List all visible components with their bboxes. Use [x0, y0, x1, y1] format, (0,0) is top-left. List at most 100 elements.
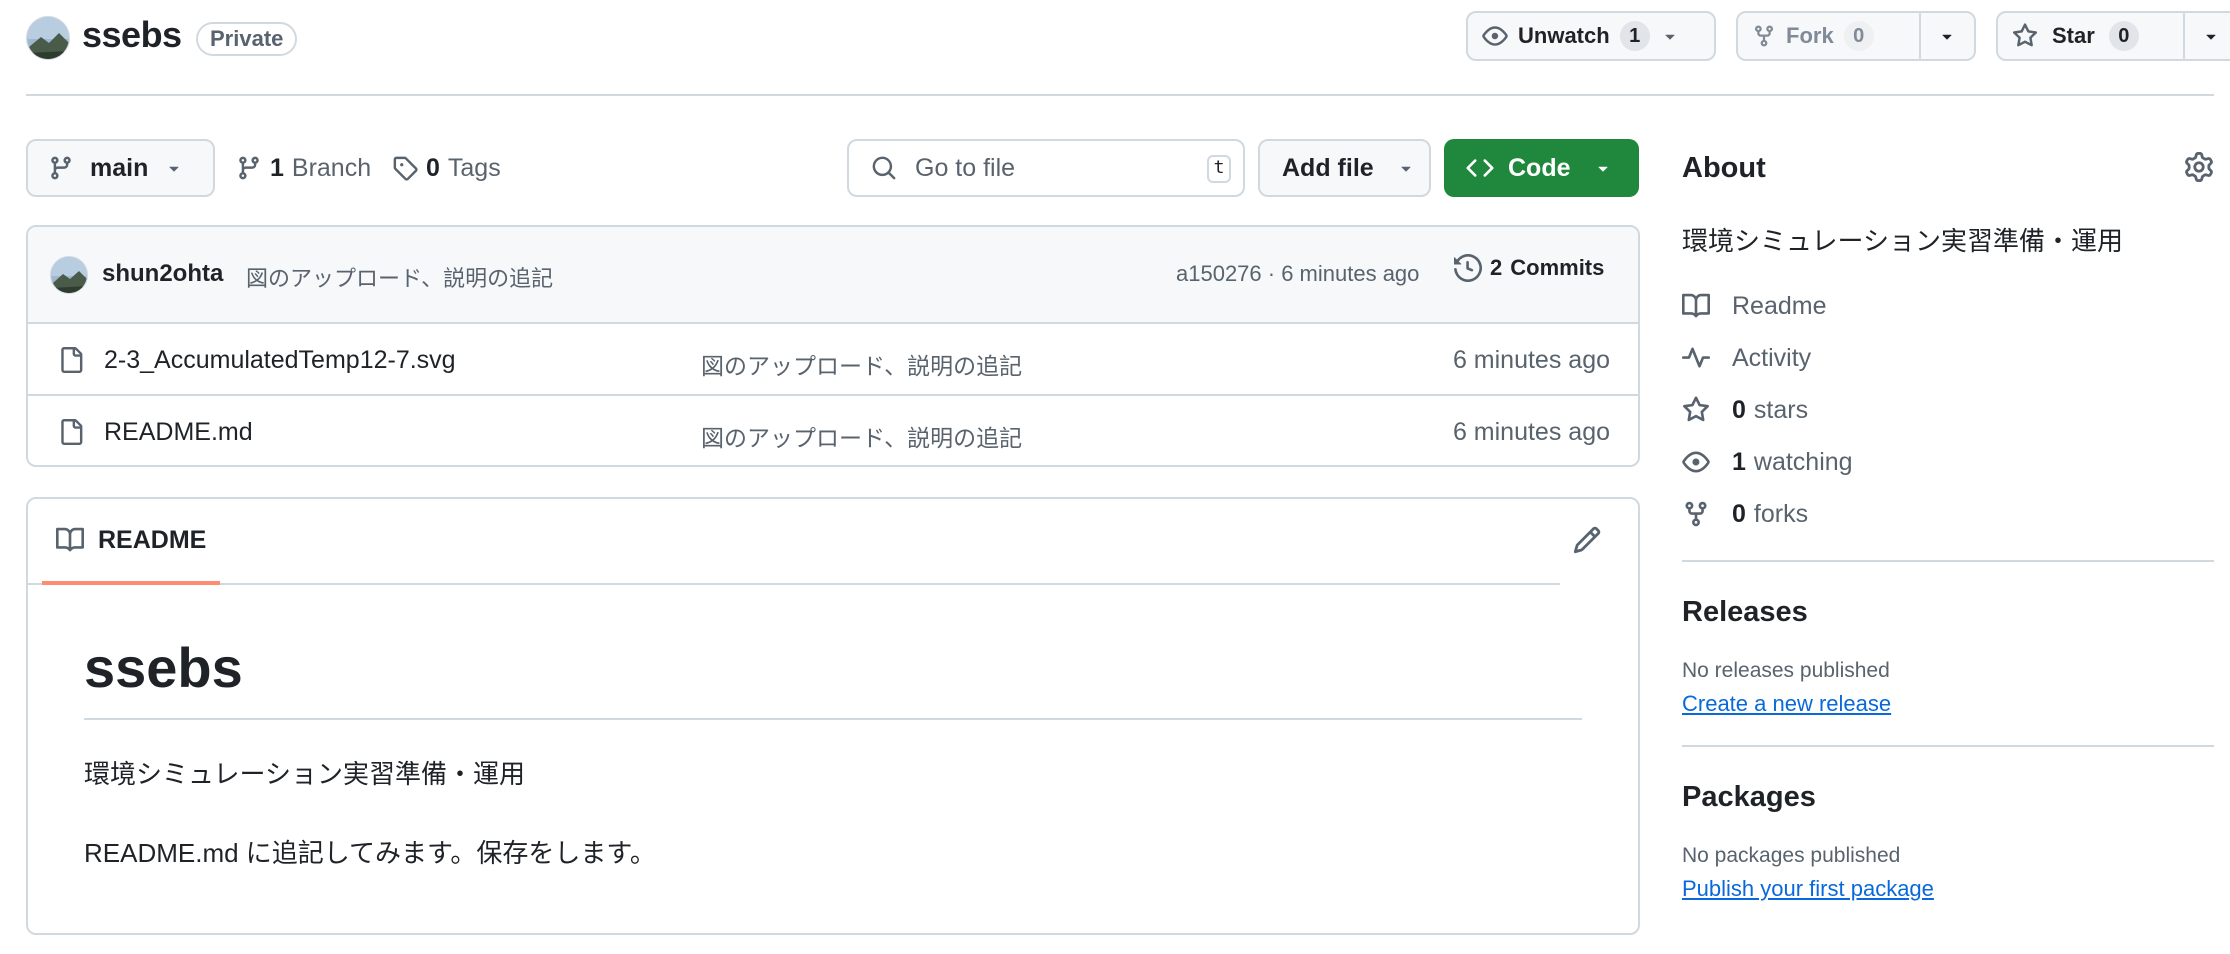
repo-sidebar: About 環境シミュレーション実習準備・運用 Readme Activity … — [1682, 140, 2214, 902]
branch-selector[interactable]: main — [26, 139, 215, 197]
tab-readme[interactable]: README — [42, 499, 220, 585]
activity-label: Activity — [1732, 343, 1812, 372]
divider — [1682, 560, 2214, 562]
readme-tab-label: README — [98, 525, 207, 554]
readme-heading: ssebs — [84, 635, 1582, 720]
gear-icon[interactable] — [2184, 152, 2214, 182]
git-branch-icon — [48, 155, 74, 181]
repo-header: ssebs Private Unwatch 1 Fork 0 Star 0 — [26, 0, 2230, 96]
watching-count: 1 — [1732, 447, 1746, 476]
forks-link[interactable]: 0 forks — [1682, 488, 2214, 540]
publish-package-link[interactable]: Publish your first package — [1682, 876, 1934, 902]
file-name[interactable]: 2-3_AccumulatedTemp12-7.svg — [104, 346, 456, 375]
chevron-down-icon — [1937, 26, 1957, 46]
code-button[interactable]: Code — [1444, 139, 1639, 197]
file-row[interactable]: 2-3_AccumulatedTemp12-7.svg 図のアップロード、説明の… — [28, 324, 1638, 396]
chevron-down-icon — [164, 158, 184, 178]
chevron-down-icon — [1593, 158, 1613, 178]
readme-panel: README ssebs 環境シミュレーション実習準備・運用 README.md… — [26, 497, 1640, 935]
add-file-label: Add file — [1282, 153, 1374, 182]
commit-author-avatar[interactable] — [50, 256, 88, 294]
watch-counter: 1 — [1619, 21, 1650, 51]
pulse-icon — [1682, 344, 1710, 372]
repo-name[interactable]: ssebs — [82, 14, 182, 56]
tags-link[interactable]: 0 Tags — [392, 148, 501, 188]
git-branch-icon — [236, 155, 262, 181]
commit-author[interactable]: shun2ohta — [102, 260, 223, 288]
go-to-file-search[interactable]: Go to file t — [847, 139, 1245, 197]
readme-paragraph: README.md に追記してみます。保存をします。 — [84, 838, 656, 868]
commits-label: Commits — [1510, 255, 1605, 280]
releases-title[interactable]: Releases — [1682, 596, 2214, 629]
activity-link[interactable]: Activity — [1682, 332, 2214, 384]
stars-link[interactable]: 0 stars — [1682, 384, 2214, 436]
chevron-down-icon — [1396, 158, 1416, 178]
file-browser: shun2ohta 図のアップロード、説明の追記 a150276 · 6 min… — [26, 225, 1640, 467]
divider — [1682, 745, 2214, 747]
repo-forked-icon — [1752, 24, 1776, 48]
readme-link[interactable]: Readme — [1682, 280, 2214, 332]
file-name[interactable]: README.md — [104, 418, 253, 447]
branches-count: 1 — [270, 153, 284, 182]
branches-link[interactable]: 1 Branch — [236, 148, 371, 188]
fork-dropdown-button[interactable] — [1918, 13, 1974, 59]
book-icon — [56, 526, 84, 554]
owner-avatar[interactable] — [26, 16, 70, 60]
pencil-icon[interactable] — [1572, 525, 1602, 555]
star-button[interactable]: Star 0 — [1998, 13, 2183, 59]
branch-name: main — [90, 153, 149, 182]
unwatch-button[interactable]: Unwatch 1 — [1468, 13, 1694, 59]
file-commit-time: 6 minutes ago — [1452, 346, 1610, 374]
watching-label: watching — [1753, 447, 1853, 476]
book-icon — [1682, 292, 1710, 320]
forks-count: 0 — [1732, 499, 1746, 528]
stars-count: 0 — [1732, 395, 1746, 424]
fork-button[interactable]: Fork 0 — [1738, 13, 1919, 59]
forks-label: forks — [1753, 499, 1809, 528]
about-links: Readme Activity 0 stars 1 watching 0 forks — [1682, 280, 2214, 540]
readme-link-label: Readme — [1732, 291, 1827, 320]
repo-description: 環境シミュレーション実習準備・運用 — [1682, 226, 2123, 256]
file-row[interactable]: README.md 図のアップロード、説明の追記 6 minutes ago — [28, 396, 1638, 465]
fork-counter: 0 — [1843, 21, 1874, 51]
branches-label: Branch — [291, 153, 372, 182]
search-icon — [871, 155, 897, 181]
watchers-link[interactable]: 1 watching — [1682, 436, 2214, 488]
code-label: Code — [1508, 153, 1571, 182]
repo-forked-icon — [1682, 500, 1710, 528]
chevron-down-icon[interactable] — [1660, 26, 1680, 46]
readme-content: ssebs 環境シミュレーション実習準備・運用 README.md に追記してみ… — [84, 635, 1584, 870]
star-button-group: Star 0 — [1996, 11, 2230, 61]
watch-button-group: Unwatch 1 — [1466, 11, 1716, 61]
eye-icon — [1482, 23, 1508, 49]
file-icon — [58, 418, 84, 446]
readme-paragraph: 環境シミュレーション実習準備・運用 — [84, 759, 525, 789]
commit-message[interactable]: 図のアップロード、説明の追記 — [246, 261, 553, 293]
tags-count: 0 — [426, 153, 440, 182]
packages-title[interactable]: Packages — [1682, 781, 2214, 814]
star-label: Star — [2052, 23, 2095, 48]
star-icon — [2012, 23, 2038, 49]
stars-label: stars — [1753, 395, 1809, 424]
create-release-link[interactable]: Create a new release — [1682, 691, 1891, 717]
unwatch-label: Unwatch — [1518, 23, 1610, 48]
commits-link[interactable]: 2 Commits — [1454, 254, 1604, 282]
fork-button-group: Fork 0 — [1736, 11, 1976, 61]
readme-tabbar: README — [28, 499, 1560, 585]
star-list-dropdown-button[interactable] — [2182, 13, 2230, 59]
eye-icon — [1682, 448, 1710, 476]
add-file-button[interactable]: Add file — [1258, 139, 1431, 197]
shortcut-key: t — [1207, 155, 1231, 183]
star-icon — [1682, 396, 1710, 424]
commit-hash-time[interactable]: a150276 · 6 minutes ago — [1176, 261, 1419, 287]
latest-commit-bar: shun2ohta 図のアップロード、説明の追記 a150276 · 6 min… — [28, 227, 1638, 324]
visibility-badge: Private — [196, 22, 298, 56]
about-title: About — [1682, 152, 1766, 184]
file-commit-message[interactable]: 図のアップロード、説明の追記 — [701, 419, 1022, 453]
file-commit-time: 6 minutes ago — [1452, 418, 1610, 446]
code-icon — [1466, 154, 1494, 182]
history-icon — [1454, 254, 1482, 282]
chevron-down-icon — [2201, 26, 2221, 46]
file-commit-message[interactable]: 図のアップロード、説明の追記 — [701, 347, 1022, 381]
star-counter: 0 — [2108, 21, 2139, 51]
